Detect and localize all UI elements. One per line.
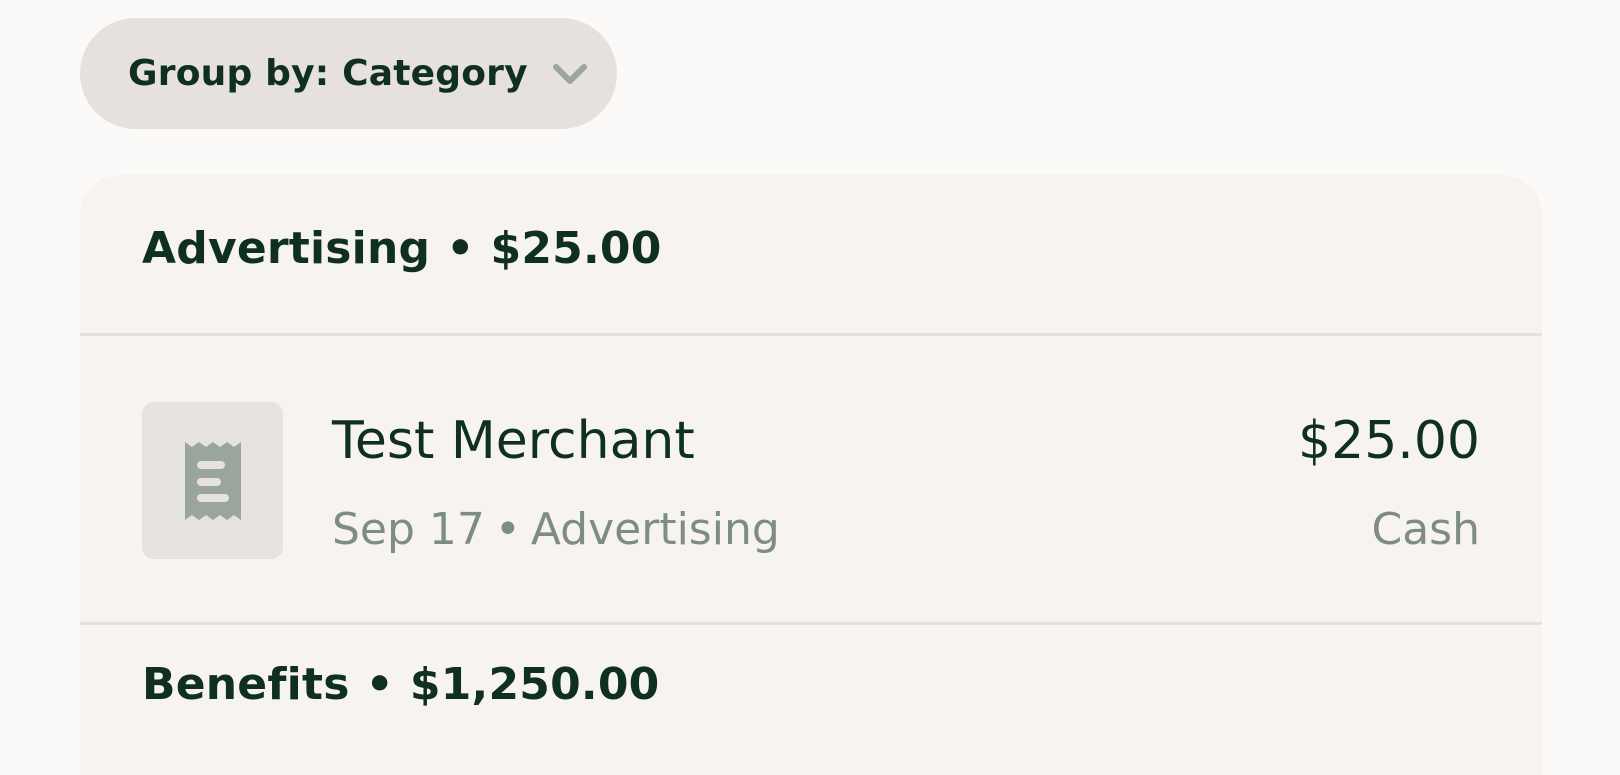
merchant-name: Test Merchant [332, 411, 695, 471]
separator-dot: • [494, 504, 521, 555]
group-total: $25.00 [490, 223, 662, 274]
transaction-category: Advertising [530, 504, 780, 555]
separator-dot: • [365, 659, 394, 710]
divider [80, 622, 1542, 625]
group-header-benefits[interactable]: Benefits • $1,250.00 [142, 659, 659, 710]
group-total: $1,250.00 [409, 659, 660, 710]
transaction-row[interactable]: Test Merchant Sep 17 • Advertising $25.00 … [80, 337, 1542, 623]
group-by-label: Group by: Category [128, 53, 528, 94]
payment-method: Cash [1371, 504, 1481, 555]
transaction-date: Sep 17 [332, 504, 485, 555]
divider [80, 333, 1542, 336]
chevron-down-icon [552, 56, 588, 92]
transaction-meta: Sep 17 • Advertising [332, 504, 780, 555]
transaction-amount: $25.00 [1298, 411, 1480, 471]
group-by-dropdown[interactable]: Group by: Category [80, 18, 617, 129]
receipt-icon [142, 402, 283, 559]
separator-dot: • [446, 223, 475, 274]
group-header-advertising[interactable]: Advertising • $25.00 [142, 223, 662, 274]
transactions-card: Advertising • $25.00 Test Merchant Sep 1… [80, 175, 1542, 775]
group-name: Advertising [142, 223, 431, 274]
group-name: Benefits [142, 659, 350, 710]
